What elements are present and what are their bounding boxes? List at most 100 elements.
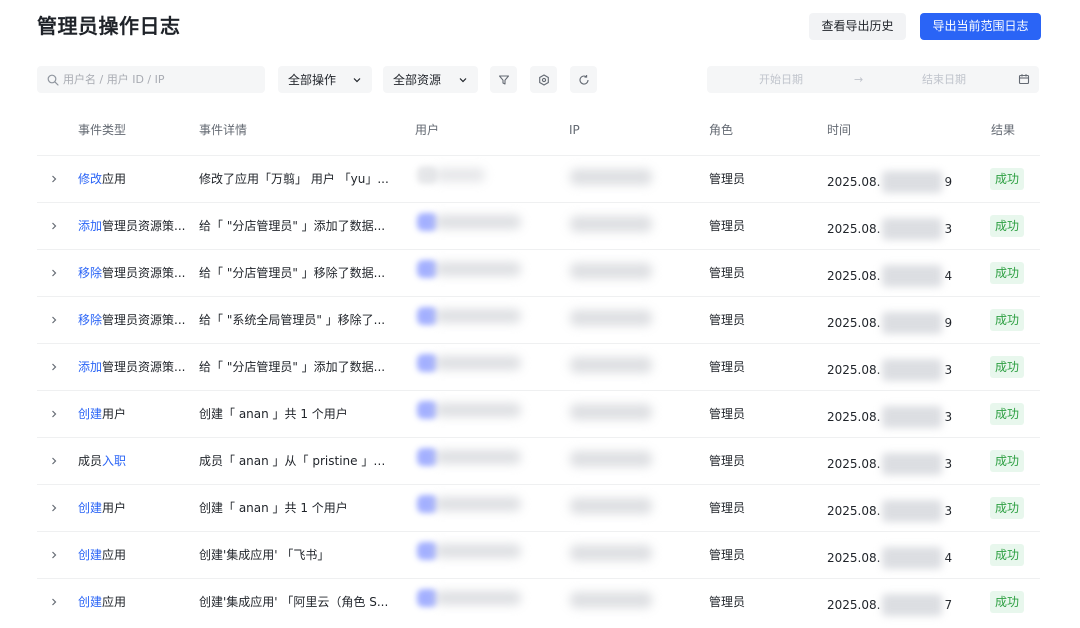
date-range-arrow: → [854,73,864,86]
time-prefix: 2025.08. [827,410,881,424]
search-input[interactable] [63,73,253,86]
expand-row-button[interactable] [49,406,61,420]
event-verb: 创建 [78,548,103,562]
chevron-right-icon [52,410,57,418]
time-cell: 2025.08. 4 [827,265,952,287]
table-row[interactable]: 添加管理员资源策... 给「 "分店管理员" 」添加了数据... 管理员 202… [37,202,1040,249]
expand-row-button[interactable] [49,312,61,326]
event-object: 用户 [102,407,127,421]
table-row[interactable]: 移除管理员资源策... 给「 "系统全局管理员" 」移除了... 管理员 202… [37,296,1040,343]
time-prefix: 2025.08. [827,504,881,518]
table-row[interactable]: 移除管理员资源策... 给「 "分店管理员" 」移除了数据... 管理员 202… [37,249,1040,296]
time-prefix: 2025.08. [827,222,881,236]
time-prefix: 2025.08. [827,363,881,377]
resource-select-value: 全部资源 [393,73,442,87]
event-verb: 入职 [102,454,127,468]
expand-row-button[interactable] [49,359,61,373]
result-cell: 成功 [990,356,1025,378]
resource-select[interactable]: 全部资源 [383,66,478,93]
table-row[interactable]: 创建用户 创建「 anan 」共 1 个用户 管理员 2025.08. 3 成功 [37,484,1040,531]
column-header: 用户 [415,123,440,137]
operation-select[interactable]: 全部操作 [278,66,372,93]
date-range-picker[interactable]: 开始日期 → 结束日期 [707,66,1039,93]
time-cell: 2025.08. 3 [827,218,952,240]
event-type: 移除管理员资源策... [78,312,185,328]
table-row[interactable]: 修改应用 修改了应用「万翦」 用户 「yu」... 管理员 2025.08. 9 … [37,155,1040,202]
result-cell: 成功 [990,450,1025,472]
chevron-right-icon [52,598,57,606]
expand-row-button[interactable] [49,218,61,232]
time-cell: 2025.08. 9 [827,171,952,193]
event-verb: 添加 [78,219,103,233]
export-history-button[interactable]: 查看导出历史 [809,13,906,40]
expand-row-button[interactable] [49,453,61,467]
chevron-right-icon [52,504,57,512]
event-object: 管理员资源策... [102,266,186,280]
time-cell: 2025.08. 3 [827,359,952,381]
table-row[interactable]: 创建应用 创建'集成应用' 「飞书」 管理员 2025.08. 4 成功 [37,531,1040,578]
table-row[interactable]: 创建应用 创建'集成应用' 「阿里云（角色 S... 管理员 2025.08. 7… [37,578,1040,625]
event-type: 创建用户 [78,406,126,422]
expand-row-button[interactable] [49,594,61,608]
event-verb: 创建 [78,407,103,421]
filter-button[interactable] [490,66,517,93]
time-cell: 2025.08. 9 [827,312,952,334]
event-verb: 修改 [78,172,103,186]
status-badge: 成功 [990,497,1025,519]
expand-row-button[interactable] [49,171,61,185]
chevron-right-icon [52,269,57,277]
time-redacted [882,312,943,334]
time-suffix: 4 [944,551,953,565]
event-prefix: 成员 [78,454,103,468]
time-suffix: 4 [944,269,953,283]
ip-cell-redacted [570,451,652,467]
expand-row-button[interactable] [49,500,61,514]
table-row[interactable]: 创建用户 创建「 anan 」共 1 个用户 管理员 2025.08. 3 成功 [37,390,1040,437]
event-detail: 创建'集成应用' 「阿里云（角色 S... [199,595,389,609]
time-suffix: 9 [944,175,953,189]
time-cell: 2025.08. 3 [827,500,952,522]
ip-cell-redacted [570,357,652,373]
result-cell: 成功 [990,403,1025,425]
chevron-right-icon [52,457,57,465]
expand-row-button[interactable] [49,547,61,561]
time-prefix: 2025.08. [827,457,881,471]
date-end-field[interactable]: 结束日期 [922,66,966,93]
table-row[interactable]: 成员入职 成员「 anan 」从「 pristine 」部... 管理员 202… [37,437,1040,484]
status-badge: 成功 [990,309,1025,331]
event-type: 添加管理员资源策... [78,359,185,375]
time-prefix: 2025.08. [827,598,881,612]
chevron-down-icon [459,77,467,82]
event-detail: 给「 "分店管理员" 」添加了数据... [199,219,386,233]
settings-button[interactable] [530,66,557,93]
filter-bar: 全部操作 全部资源 开始日期 → 结束日期 [0,66,1080,93]
ip-cell-redacted [570,169,652,185]
role-cell: 管理员 [709,172,746,186]
search-box[interactable] [37,66,265,93]
time-suffix: 3 [944,410,953,424]
time-cell: 2025.08. 7 [827,594,952,616]
user-cell-redacted [415,258,527,280]
event-verb: 创建 [78,595,103,609]
role-cell: 管理员 [709,219,746,233]
time-suffix: 3 [944,222,953,236]
event-detail: 成员「 anan 」从「 pristine 」部... [199,454,389,468]
time-redacted [882,406,943,428]
chevron-right-icon [52,222,57,230]
refresh-button[interactable] [570,66,597,93]
role-cell: 管理员 [709,454,746,468]
time-redacted [882,359,943,381]
column-header: 时间 [827,123,852,137]
table-row[interactable]: 添加管理员资源策... 给「 "分店管理员" 」添加了数据... 管理员 202… [37,343,1040,390]
user-cell-redacted [415,493,527,515]
date-start-field[interactable]: 开始日期 [759,66,803,93]
time-suffix: 3 [944,504,953,518]
export-logs-button[interactable]: 导出当前范围日志 [920,13,1041,40]
status-badge: 成功 [990,450,1025,472]
event-object: 应用 [102,595,127,609]
time-suffix: 3 [944,457,953,471]
ip-cell-redacted [570,498,652,514]
expand-row-button[interactable] [49,265,61,279]
calendar-icon [1018,74,1030,85]
ip-cell-redacted [570,592,652,608]
